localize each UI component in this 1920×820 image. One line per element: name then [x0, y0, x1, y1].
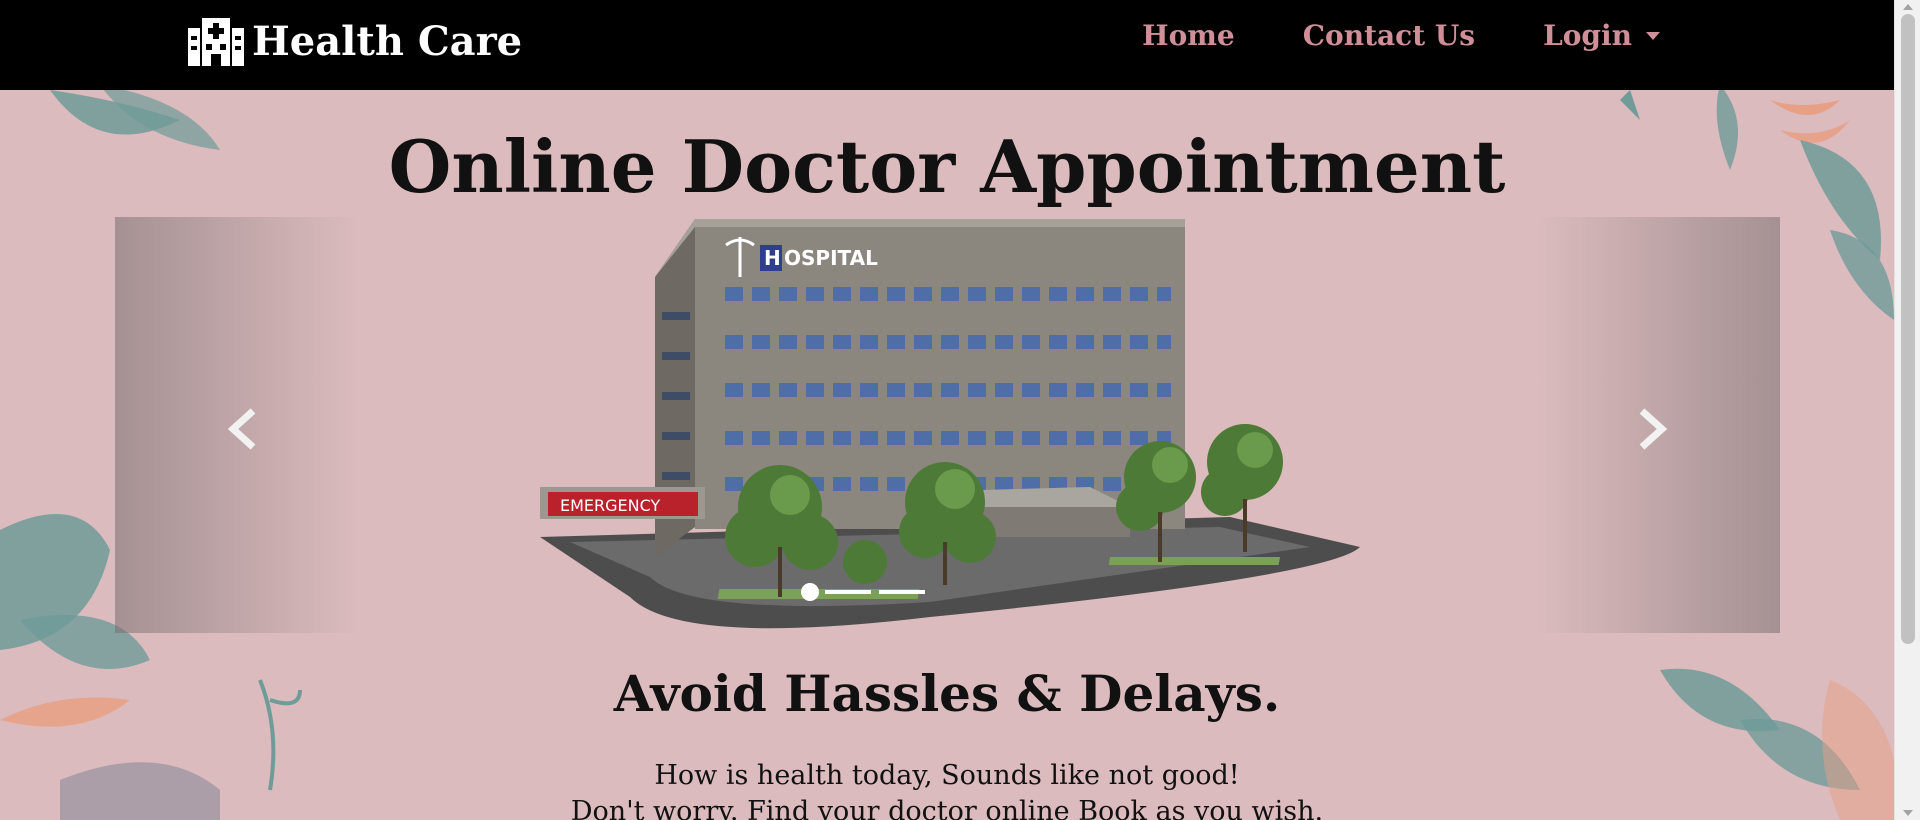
svg-text:OSPITAL: OSPITAL — [784, 246, 878, 270]
scroll-down-icon[interactable] — [1903, 810, 1913, 816]
page: Health Care Home Contact Us Login Online… — [0, 0, 1894, 820]
hospital-icon — [188, 18, 244, 66]
nav-link-contact-us[interactable]: Contact Us — [1303, 14, 1475, 58]
scroll-up-icon[interactable] — [1903, 4, 1913, 10]
carousel-indicator-1-active[interactable] — [801, 583, 819, 601]
carousel-indicator-3[interactable] — [879, 590, 925, 594]
vertical-scrollbar[interactable] — [1894, 0, 1920, 820]
nav-links: Home Contact Us Login — [1142, 14, 1660, 58]
nav-link-home[interactable]: Home — [1142, 14, 1235, 58]
chevron-right-icon — [1639, 408, 1668, 450]
emergency-sign-text: EMERGENCY — [560, 496, 661, 515]
carousel-next-button[interactable] — [1538, 217, 1780, 633]
navbar: Health Care Home Contact Us Login — [0, 0, 1894, 90]
carousel-indicator-2[interactable] — [825, 590, 871, 594]
nav-link-login-dropdown[interactable]: Login — [1543, 14, 1660, 58]
nav-link-login-label: Login — [1543, 19, 1632, 52]
hero-text-line-1: How is health today, Sounds like not goo… — [654, 760, 1240, 791]
svg-text:H: H — [764, 246, 781, 270]
scrollbar-thumb[interactable] — [1901, 14, 1915, 644]
hero-description: How is health today, Sounds like not goo… — [0, 758, 1894, 820]
chevron-left-icon — [227, 408, 256, 450]
carousel-slide-hospital-image: H OSPITAL EMERGENCY — [540, 219, 1360, 629]
brand-name: Health Care — [252, 18, 523, 65]
page-title: Online Doctor Appointment — [388, 124, 1506, 209]
hero-text-line-2: Don't worry. Find your doctor online Boo… — [570, 796, 1324, 820]
caret-down-icon — [1646, 31, 1660, 40]
carousel-indicators — [801, 583, 933, 601]
carousel: H OSPITAL EMERGENCY — [115, 217, 1780, 633]
brand[interactable]: Health Care — [188, 18, 522, 66]
hero-subtitle: Avoid Hassles & Delays. — [613, 664, 1281, 723]
carousel-prev-button[interactable] — [115, 217, 357, 633]
